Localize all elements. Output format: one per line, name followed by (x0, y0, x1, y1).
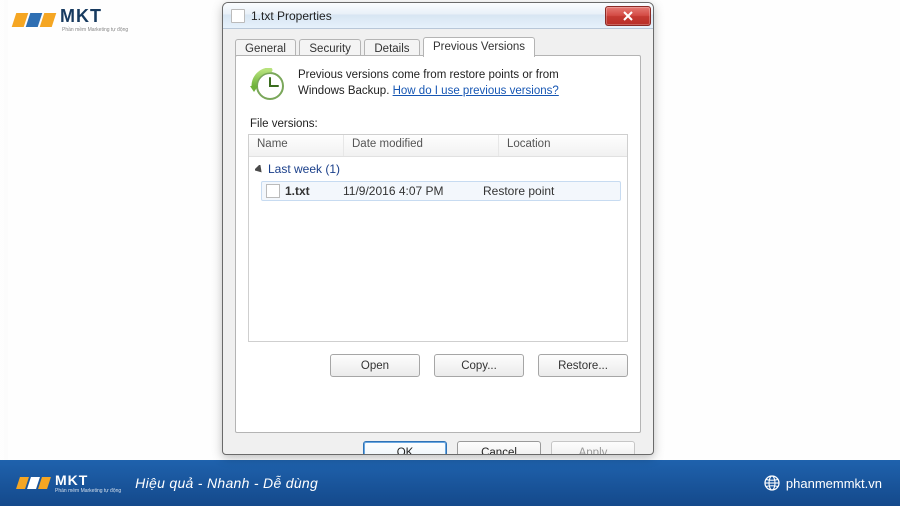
brand-footer: MKT Phần mềm Marketing tự động Hiệu quả … (0, 460, 900, 506)
open-button[interactable]: Open (330, 354, 420, 377)
dialog-footer-buttons: OK Cancel Apply (223, 441, 653, 455)
version-row[interactable]: 1.txt 11/9/2016 4:07 PM Restore point (261, 181, 621, 201)
column-header-location[interactable]: Location (499, 135, 627, 156)
intro-text: Previous versions come from restore poin… (298, 68, 559, 104)
chevron-collapse-icon (255, 165, 264, 174)
watermark-top: MKT Phần mềm Marketing tự động (14, 6, 128, 33)
restore-button[interactable]: Restore... (538, 354, 628, 377)
file-versions-label: File versions: (250, 118, 628, 130)
apply-button[interactable]: Apply (551, 441, 635, 455)
tab-previous-versions[interactable]: Previous Versions (423, 37, 535, 57)
intro-block: Previous versions come from restore poin… (248, 68, 628, 104)
intro-line-2: Windows Backup. (298, 85, 393, 97)
cancel-button[interactable]: Cancel (457, 441, 541, 455)
column-header-name[interactable]: Name (249, 135, 344, 156)
watermark-tagline-small: Phần mềm Marketing tự động (62, 27, 128, 33)
restore-clock-icon (248, 68, 288, 104)
group-label: Last week (1) (268, 162, 340, 176)
file-icon (231, 9, 245, 23)
close-icon (622, 11, 634, 21)
version-action-buttons: Open Copy... Restore... (248, 354, 628, 377)
watermark-logo-mark (14, 13, 54, 27)
dialog-title: 1.txt Properties (251, 9, 605, 23)
properties-dialog: 1.txt Properties General Security Detail… (222, 2, 654, 455)
copy-button[interactable]: Copy... (434, 354, 524, 377)
footer-site-label: phanmemmkt.vn (786, 476, 882, 491)
row-location: Restore point (483, 184, 620, 198)
footer-brand: MKT (55, 472, 121, 488)
row-name: 1.txt (285, 184, 343, 198)
versions-list[interactable]: Name Date modified Location Last week (1… (248, 134, 628, 342)
help-link-previous-versions[interactable]: How do I use previous versions? (393, 85, 559, 97)
tab-strip: General Security Details Previous Versio… (223, 29, 653, 55)
footer-tagline: Hiệu quả - Nhanh - Dễ dùng (135, 475, 764, 491)
globe-icon (764, 475, 780, 491)
file-icon (266, 184, 280, 198)
footer-logo: MKT Phần mềm Marketing tự động (18, 472, 121, 494)
intro-line-1: Previous versions come from restore poin… (298, 69, 559, 81)
watermark-brand: MKT (60, 6, 128, 27)
ok-button[interactable]: OK (363, 441, 447, 455)
row-date: 11/9/2016 4:07 PM (343, 184, 483, 198)
footer-site[interactable]: phanmemmkt.vn (764, 475, 882, 491)
close-button[interactable] (605, 6, 651, 26)
title-bar[interactable]: 1.txt Properties (223, 3, 653, 29)
footer-brand-tag: Phần mềm Marketing tự động (55, 488, 121, 494)
tab-panel-previous-versions: Previous versions come from restore poin… (235, 55, 641, 433)
column-header-date[interactable]: Date modified (344, 135, 499, 156)
group-last-week[interactable]: Last week (1) (249, 157, 627, 179)
list-header: Name Date modified Location (249, 135, 627, 157)
